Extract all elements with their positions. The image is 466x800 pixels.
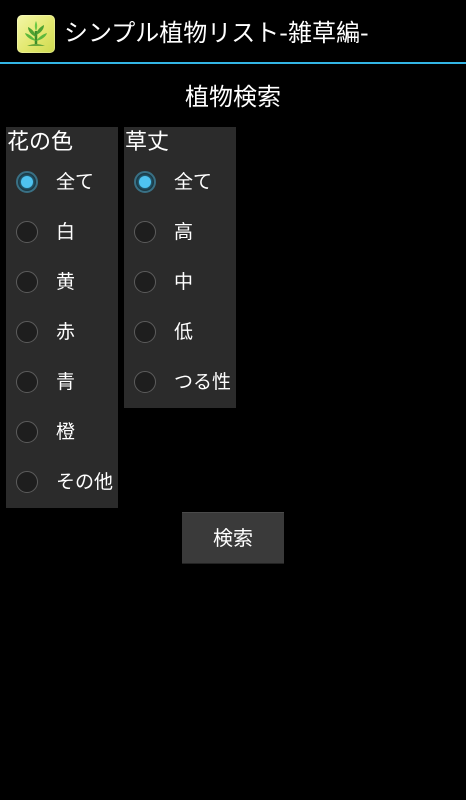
flower-color-group: 花の色 全て 白 黄 赤 青 橙 その他 (6, 127, 118, 508)
page-heading: 植物検索 (185, 83, 281, 111)
radio-label: 全て (56, 171, 95, 193)
flower-color-option-orange[interactable]: 橙 (6, 408, 118, 458)
radio-checked-icon[interactable] (16, 171, 38, 193)
flower-color-option-yellow[interactable]: 黄 (6, 258, 118, 308)
flower-color-option-all[interactable]: 全て (6, 158, 118, 208)
radio-unchecked-icon[interactable] (16, 421, 38, 443)
app-plant-icon[interactable] (17, 15, 55, 53)
plant-height-option-vine[interactable]: つる性 (124, 358, 236, 408)
action-bar: シンプル植物リスト-雑草編- (0, 0, 466, 64)
plant-height-option-all[interactable]: 全て (124, 158, 236, 208)
radio-unchecked-icon[interactable] (16, 371, 38, 393)
radio-unchecked-icon[interactable] (134, 371, 156, 393)
radio-label: 青 (56, 371, 76, 393)
radio-label: 低 (174, 321, 194, 343)
search-button[interactable]: 検索 (182, 512, 284, 564)
radio-label: 赤 (56, 321, 76, 343)
radio-label: 白 (56, 221, 76, 243)
plant-height-option-short[interactable]: 低 (124, 308, 236, 358)
radio-label: 全て (174, 171, 213, 193)
flower-color-group-title: 花の色 (7, 130, 74, 155)
plant-height-group: 草丈 全て 高 中 低 つる性 (124, 127, 236, 408)
flower-color-option-blue[interactable]: 青 (6, 358, 118, 408)
radio-unchecked-icon[interactable] (134, 271, 156, 293)
radio-unchecked-icon[interactable] (16, 271, 38, 293)
radio-unchecked-icon[interactable] (134, 321, 156, 343)
radio-unchecked-icon[interactable] (16, 321, 38, 343)
plant-height-group-title: 草丈 (125, 130, 170, 155)
radio-label: 橙 (56, 421, 76, 443)
radio-unchecked-icon[interactable] (16, 471, 38, 493)
radio-label: つる性 (174, 371, 232, 393)
plant-height-option-medium[interactable]: 中 (124, 258, 236, 308)
plant-height-option-tall[interactable]: 高 (124, 208, 236, 258)
radio-label: その他 (56, 471, 114, 493)
radio-label: 高 (174, 221, 194, 243)
radio-checked-icon[interactable] (134, 171, 156, 193)
radio-label: 中 (174, 271, 194, 293)
flower-color-option-other[interactable]: その他 (6, 458, 118, 508)
app-title: シンプル植物リスト-雑草編- (64, 19, 369, 47)
radio-unchecked-icon[interactable] (134, 221, 156, 243)
flower-color-option-white[interactable]: 白 (6, 208, 118, 258)
flower-color-option-red[interactable]: 赤 (6, 308, 118, 358)
radio-label: 黄 (56, 271, 76, 293)
radio-unchecked-icon[interactable] (16, 221, 38, 243)
